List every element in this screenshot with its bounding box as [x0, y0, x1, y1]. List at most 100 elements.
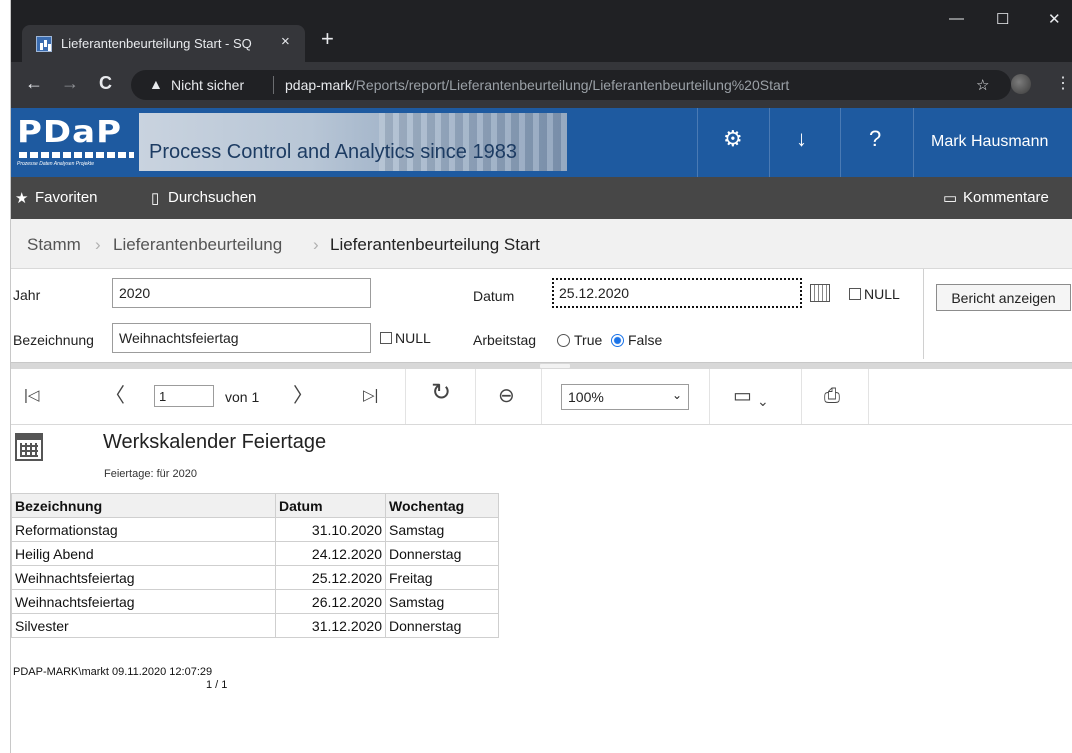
cell-datum: 31.12.2020: [275, 613, 386, 638]
close-window-button[interactable]: ✕: [1048, 10, 1061, 28]
bezeichnung-label: Bezeichnung: [13, 332, 94, 348]
zoom-select[interactable]: 100% ⌄: [561, 384, 689, 410]
breadcrumb: Stamm › Lieferantenbeurteilung › Liefera…: [11, 219, 1072, 269]
favorites-star-icon[interactable]: ★: [15, 189, 28, 207]
url-host: pdap-mark: [285, 77, 352, 93]
forward-button[interactable]: →: [61, 74, 79, 92]
tab-close-icon[interactable]: ×: [281, 33, 290, 50]
screen: Lieferantenbeurteilung Start - SQ × + — …: [0, 0, 1072, 753]
bookmark-star-icon[interactable]: ☆: [976, 76, 989, 94]
new-tab-button[interactable]: +: [321, 28, 334, 50]
cell-datum: 24.12.2020: [275, 541, 386, 566]
parameter-panel: Jahr Bezeichnung NULL Datum NULL Arbeits…: [11, 269, 1072, 368]
toolbar-divider: [475, 369, 476, 424]
tab-strip: Lieferantenbeurteilung Start - SQ × + — …: [11, 0, 1072, 62]
report-subtitle: Feiertage: für 2020: [104, 468, 197, 480]
report-toolbar: |◁ 〈 von 1 〉 ▷| ↻ ⊖ 100% ⌄ ▭ ⌄ ⎙: [11, 369, 1072, 425]
back-to-parent-icon[interactable]: ⊖: [498, 386, 515, 406]
maximize-button[interactable]: ☐: [996, 10, 1009, 28]
report-favicon-icon: [36, 36, 52, 52]
cell-datum: 25.12.2020: [275, 565, 386, 590]
calendar-icon[interactable]: [810, 284, 830, 302]
header-divider: [769, 108, 770, 177]
report-footer-page: 1 / 1: [206, 679, 228, 691]
cell-bezeichnung: Weihnachtsfeiertag: [11, 589, 276, 614]
profile-avatar[interactable]: [1011, 74, 1031, 94]
jahr-input[interactable]: [112, 278, 371, 308]
save-dropdown-icon[interactable]: ⌄: [757, 391, 769, 411]
breadcrumb-item-lieferantenbeurteilung[interactable]: Lieferantenbeurteilung: [113, 235, 282, 255]
table-header-row: Bezeichnung Datum Wochentag: [11, 493, 499, 518]
last-page-icon[interactable]: ▷|: [363, 386, 378, 406]
cell-bezeichnung: Heilig Abend: [11, 541, 276, 566]
header-banner: Process Control and Analytics since 1983: [139, 113, 567, 171]
calendar-report-icon: [15, 433, 43, 461]
arbeitstag-true-label: True: [574, 332, 603, 348]
cell-datum: 31.10.2020: [275, 517, 386, 542]
comments-icon[interactable]: ▭: [943, 189, 957, 207]
reload-button[interactable]: C: [99, 74, 112, 92]
chevron-down-icon: ⌄: [672, 388, 683, 402]
first-page-icon[interactable]: |◁: [24, 386, 39, 406]
address-bar[interactable]: ▲ Nicht sicher pdap-mark/Reports/report/…: [131, 70, 1011, 100]
datum-null-checkbox[interactable]: [849, 288, 861, 300]
address-separator: [273, 76, 274, 94]
table-row: Reformationstag 31.10.2020 Samstag: [11, 517, 499, 542]
splitter-grip[interactable]: [540, 364, 570, 368]
cell-bezeichnung: Reformationstag: [11, 517, 276, 542]
pdap-logo[interactable]: PDaP Prozesse Daten Analysen Projekte: [15, 114, 138, 172]
favorites-menu-item[interactable]: Favoriten: [35, 189, 98, 206]
tab-title: Lieferantenbeurteilung Start - SQ: [61, 36, 252, 51]
refresh-icon[interactable]: ↻: [431, 381, 451, 405]
settings-gear-icon[interactable]: ⚙: [723, 128, 743, 150]
minimize-button[interactable]: —: [949, 10, 964, 27]
cell-wochentag: Freitag: [385, 565, 499, 590]
save-disk-icon[interactable]: ▭: [733, 386, 752, 406]
table-row: Weihnachtsfeiertag 25.12.2020 Freitag: [11, 565, 499, 590]
logo-text: PDaP: [17, 114, 123, 150]
previous-page-icon[interactable]: 〈: [105, 386, 125, 406]
parameter-splitter[interactable]: [11, 362, 1072, 369]
cell-wochentag: Donnerstag: [385, 541, 499, 566]
toolbar-divider: [405, 369, 406, 424]
desktop-edge: [0, 0, 10, 753]
banner-text: Process Control and Analytics since 1983: [149, 141, 517, 163]
comments-menu-item[interactable]: Kommentare: [963, 189, 1049, 206]
page-number-input[interactable]: [154, 385, 214, 407]
table-row: Silvester 31.12.2020 Donnerstag: [11, 613, 499, 638]
logo-stripes: [19, 152, 134, 158]
back-button[interactable]: ←: [25, 74, 43, 92]
bezeichnung-null-label: NULL: [395, 330, 431, 346]
menu-bar: ★ Favoriten ▯ Durchsuchen ▭ Kommentare: [11, 177, 1072, 219]
header-divider: [913, 108, 914, 177]
print-icon[interactable]: ⎙: [824, 386, 840, 406]
browser-tab[interactable]: Lieferantenbeurteilung Start - SQ ×: [22, 25, 305, 62]
datum-input[interactable]: [552, 278, 802, 308]
warning-icon[interactable]: ▲: [149, 76, 163, 92]
toolbar-divider: [709, 369, 710, 424]
user-menu[interactable]: Mark Hausmann: [931, 133, 1048, 151]
header-divider: [840, 108, 841, 177]
view-report-button[interactable]: Bericht anzeigen: [936, 284, 1071, 311]
download-icon[interactable]: ↓: [796, 128, 807, 150]
browse-menu-item[interactable]: Durchsuchen: [168, 189, 256, 206]
cell-datum: 26.12.2020: [275, 589, 386, 614]
breadcrumb-item-stamm[interactable]: Stamm: [27, 235, 81, 255]
browser-menu-icon[interactable]: ⋮: [1055, 73, 1071, 93]
report-title: Werkskalender Feiertage: [103, 431, 327, 453]
help-icon[interactable]: ?: [869, 128, 881, 150]
arbeitstag-true-radio[interactable]: [557, 334, 570, 347]
bezeichnung-input[interactable]: [112, 323, 371, 353]
zoom-value: 100%: [568, 389, 604, 405]
arbeitstag-false-radio[interactable]: [611, 334, 624, 347]
arbeitstag-false-label: False: [628, 332, 663, 348]
arbeitstag-label: Arbeitstag: [473, 332, 537, 348]
not-secure-label[interactable]: Nicht sicher: [171, 77, 244, 93]
app-header: PDaP Prozesse Daten Analysen Projekte Pr…: [11, 108, 1072, 177]
bezeichnung-null-checkbox[interactable]: [380, 332, 392, 344]
url-text[interactable]: pdap-mark/Reports/report/Lieferantenbeur…: [285, 77, 789, 93]
next-page-icon[interactable]: 〉: [293, 386, 313, 406]
page-count-label: von 1: [225, 389, 260, 405]
report-footer-user: PDAP-MARK\markt 09.11.2020 12:07:29: [13, 666, 213, 678]
browse-icon[interactable]: ▯: [151, 189, 159, 207]
